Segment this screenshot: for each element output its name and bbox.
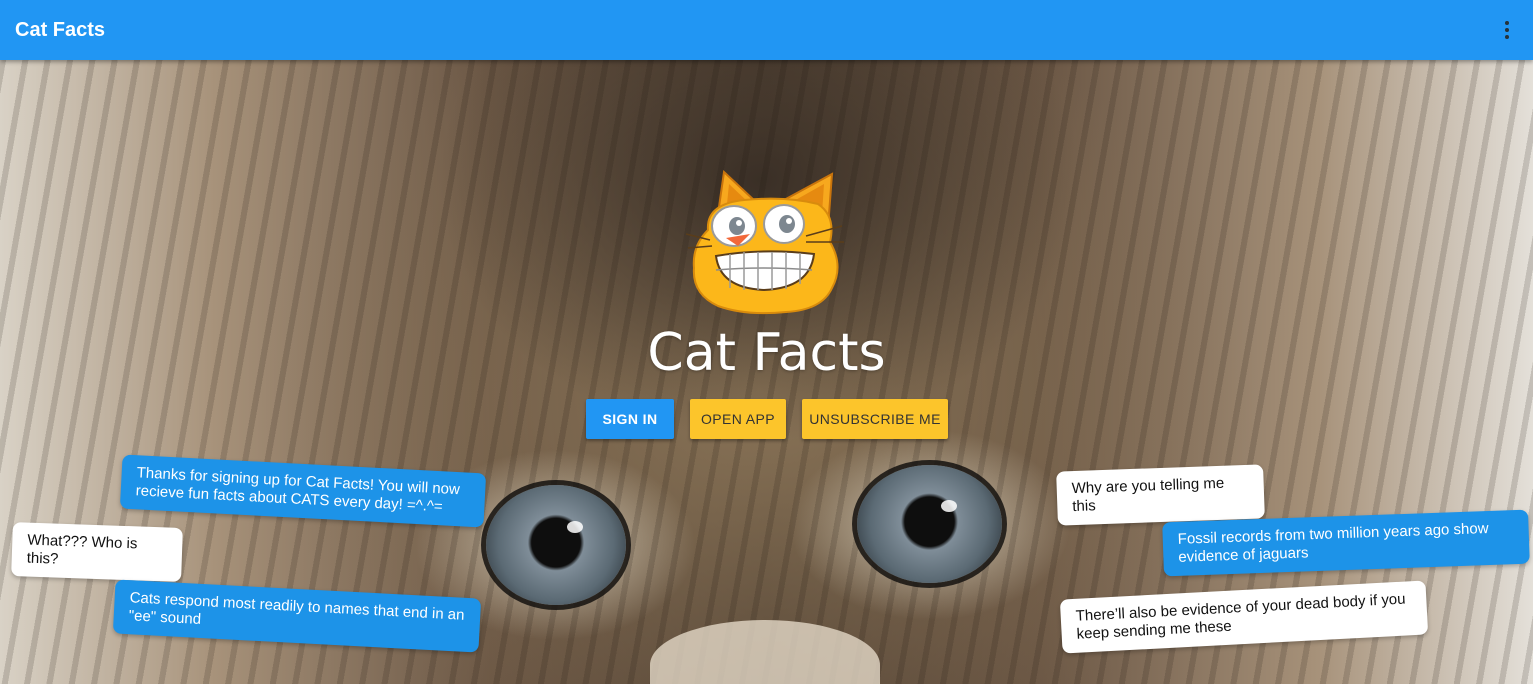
kitten-right-eye bbox=[857, 465, 1002, 583]
sign-in-button[interactable]: SIGN IN bbox=[586, 399, 674, 439]
chat-bubble-user: Why are you telling me this bbox=[1056, 464, 1265, 526]
more-vert-icon[interactable] bbox=[1495, 18, 1519, 42]
open-app-button[interactable]: OPEN APP bbox=[690, 399, 786, 439]
hero-title: Cat Facts bbox=[647, 323, 886, 383]
kitten-left-eye bbox=[486, 485, 626, 605]
grinning-cat-logo bbox=[686, 170, 844, 315]
app-bar: Cat Facts bbox=[0, 0, 1533, 60]
unsubscribe-button[interactable]: UNSUBSCRIBE ME bbox=[802, 399, 948, 439]
app-title: Cat Facts bbox=[15, 18, 106, 41]
chat-bubble-user: What??? Who is this? bbox=[11, 522, 183, 582]
